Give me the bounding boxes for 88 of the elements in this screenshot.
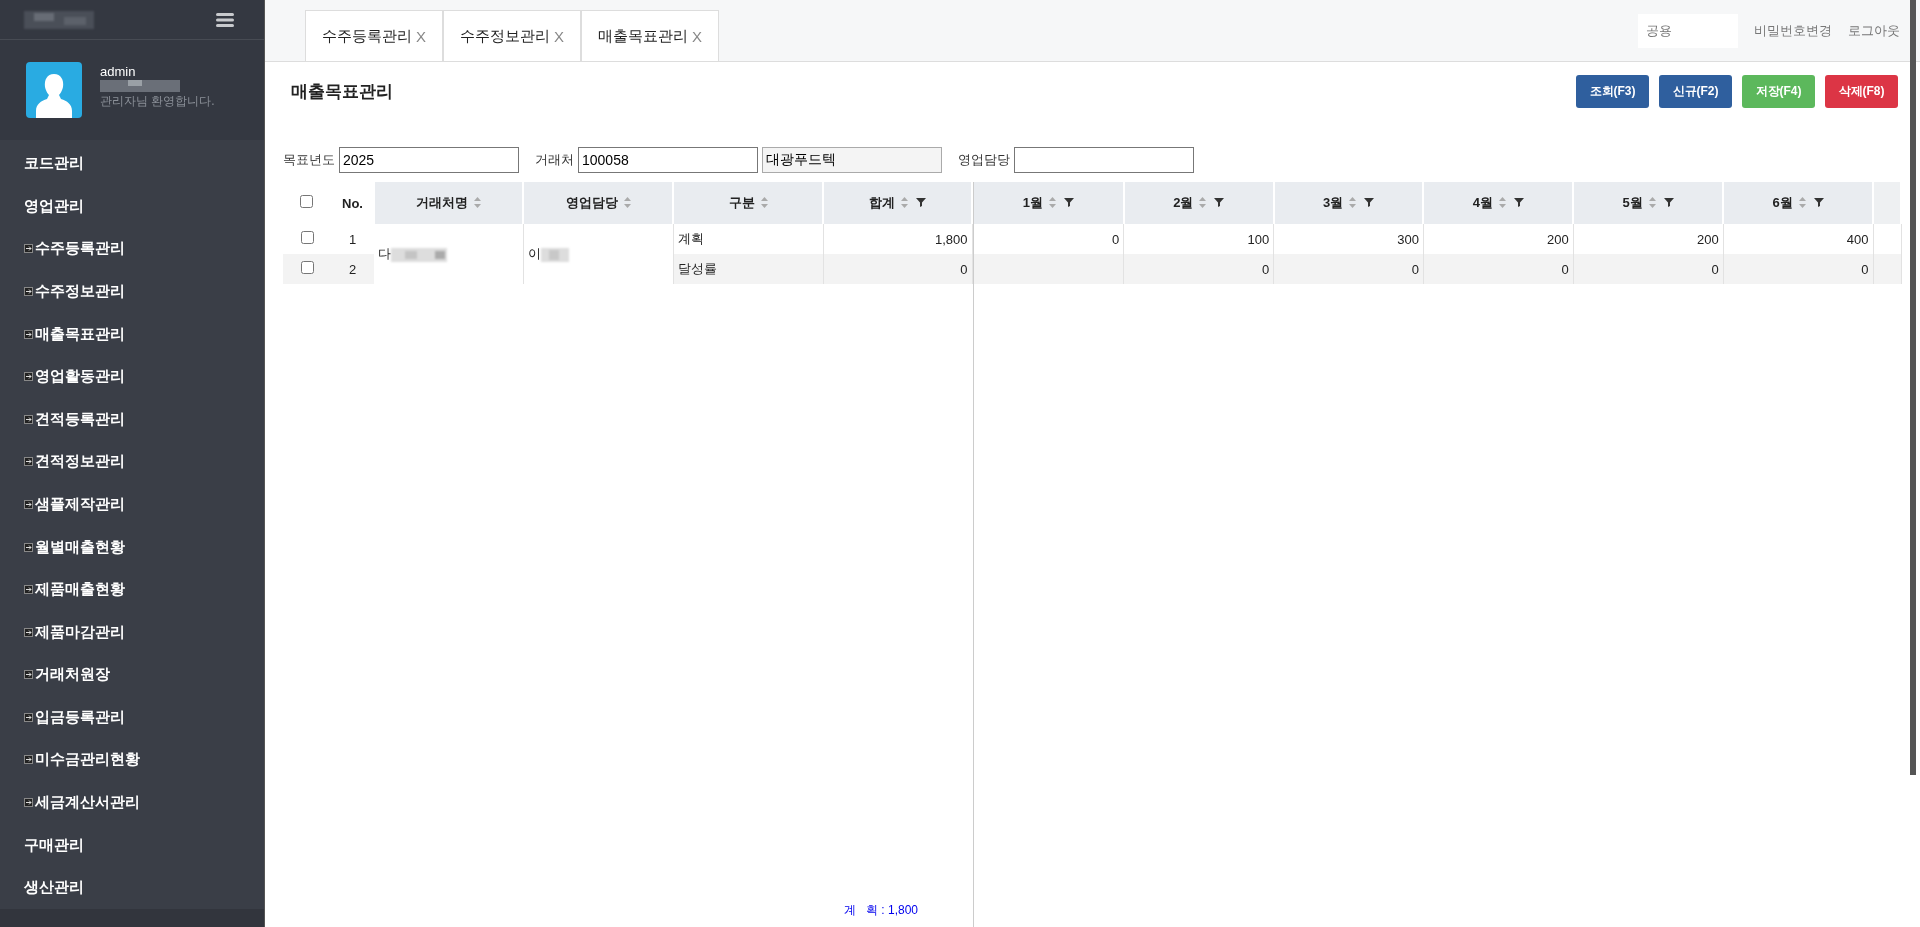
field-label: 목표년도 (283, 151, 335, 169)
table-cell: 이 (527, 246, 541, 261)
page-icon (24, 244, 33, 254)
action-button[interactable]: 삭제(F8) (1825, 74, 1898, 108)
column-header[interactable]: 4월 (1423, 182, 1574, 224)
summary-text: 계 획 : 1,800 (843, 902, 919, 919)
filter-icon[interactable] (1514, 197, 1524, 207)
table-cell: 0 (1423, 254, 1574, 284)
filter-icon[interactable] (1214, 197, 1225, 207)
user-name: admin (100, 64, 137, 80)
page-icon (24, 329, 33, 339)
avatar-icon (26, 62, 82, 119)
action-button[interactable]: 조회(F3) (1576, 74, 1649, 108)
table-cell: 0 (1123, 254, 1274, 284)
page-icon (24, 286, 33, 296)
page-icon (24, 457, 33, 467)
sidebar-item[interactable]: 거래처원장 (0, 653, 264, 697)
field-label: 영업담당 (958, 151, 1010, 169)
column-header[interactable]: 거래처명 (374, 182, 523, 224)
sidebar-item[interactable]: 견적정보관리 (0, 440, 264, 484)
column-header[interactable]: 2월 (1123, 182, 1274, 224)
sidebar-item[interactable]: 미수금관리현황 (0, 738, 264, 782)
sidebar-item[interactable]: 입금등록관리 (0, 696, 264, 739)
sidebar-item[interactable]: 매출목표관리 (0, 312, 264, 356)
sidebar-item[interactable]: 수주등록관리 (0, 227, 264, 271)
page-icon (24, 542, 33, 552)
page-icon (24, 712, 33, 722)
sidebar-item[interactable]: 코드관리 (0, 142, 264, 185)
tab[interactable]: 수주정보관리 X (443, 10, 582, 61)
field-label: 거래처 (535, 151, 574, 169)
column-header[interactable]: 합계 (823, 182, 972, 224)
input-field[interactable]: 100058 (578, 147, 758, 173)
menu-icon[interactable] (216, 12, 234, 27)
sidebar-item[interactable]: 생산관리 (0, 866, 264, 910)
header-link[interactable]: 비밀번호변경 (1754, 21, 1832, 40)
greeting-text: 관리자님 환영합니다. (100, 93, 215, 111)
column-header[interactable]: 구분 (673, 182, 823, 224)
checkbox[interactable] (300, 231, 314, 244)
tab[interactable]: 매출목표관리 X (581, 10, 720, 61)
table-cell: 0 (1573, 254, 1724, 284)
table-cell: 다 (378, 246, 391, 261)
sidebar-item[interactable]: 월별매출현황 (0, 525, 264, 569)
page-icon (24, 670, 33, 680)
filter-icon[interactable] (1663, 197, 1674, 207)
table-cell: 0 (823, 254, 972, 284)
filter-icon[interactable] (1064, 197, 1075, 207)
page-icon (24, 414, 33, 424)
page-icon (24, 499, 33, 509)
page-icon (24, 798, 33, 808)
sidebar-item[interactable]: 세금계산서관리 (0, 781, 264, 824)
redacted-text (540, 247, 569, 262)
page-title: 매출목표관리 (290, 80, 393, 103)
table-cell: 달성률 (673, 254, 823, 284)
column-header[interactable]: 5월 (1573, 182, 1724, 224)
table-cell: 0 (1273, 254, 1424, 284)
page-icon (24, 585, 33, 595)
redacted-logo (24, 10, 94, 29)
page-icon (24, 372, 33, 382)
sidebar-item[interactable]: 제품매출현황 (0, 568, 264, 611)
sidebar-item[interactable]: 영업관리 (0, 184, 264, 228)
input-field[interactable] (1014, 147, 1194, 173)
column-header[interactable]: 3월 (1273, 182, 1424, 224)
input-field[interactable]: 2025 (339, 147, 519, 173)
table-cell: 2 (331, 254, 374, 284)
action-button[interactable]: 신규(F2) (1659, 74, 1732, 108)
column-header[interactable]: 6월 (1723, 182, 1873, 224)
filter-icon[interactable] (1364, 197, 1375, 207)
tab[interactable]: 수주등록관리 X (305, 10, 443, 61)
sidebar-item[interactable]: 샘플제작관리 (0, 483, 264, 526)
filter-icon[interactable] (1813, 197, 1824, 207)
search-field[interactable]: 공용 (1638, 13, 1738, 48)
column-header[interactable]: 1월 (974, 182, 1124, 224)
header-link[interactable]: 로그아웃 (1848, 21, 1900, 40)
table-cell: 1 (331, 224, 374, 254)
redacted-text (391, 247, 447, 262)
sidebar-item[interactable]: 제품마감관리 (0, 610, 264, 654)
sidebar-item[interactable]: 영업활동관리 (0, 355, 264, 398)
sidebar-item[interactable]: 수주정보관리 (0, 270, 264, 313)
sidebar-item[interactable]: 견적등록관리 (0, 397, 264, 441)
checkbox[interactable] (300, 261, 314, 274)
table-cell: 0 (1723, 254, 1873, 284)
name-field[interactable]: 대광푸드텍 (762, 147, 942, 173)
sidebar-item[interactable]: 구매관리 (0, 823, 264, 867)
checkbox[interactable] (300, 195, 313, 208)
page-icon (24, 755, 33, 765)
filter-icon[interactable] (916, 197, 926, 207)
column-header[interactable]: 영업담당 (523, 182, 673, 224)
page-icon (24, 627, 33, 637)
